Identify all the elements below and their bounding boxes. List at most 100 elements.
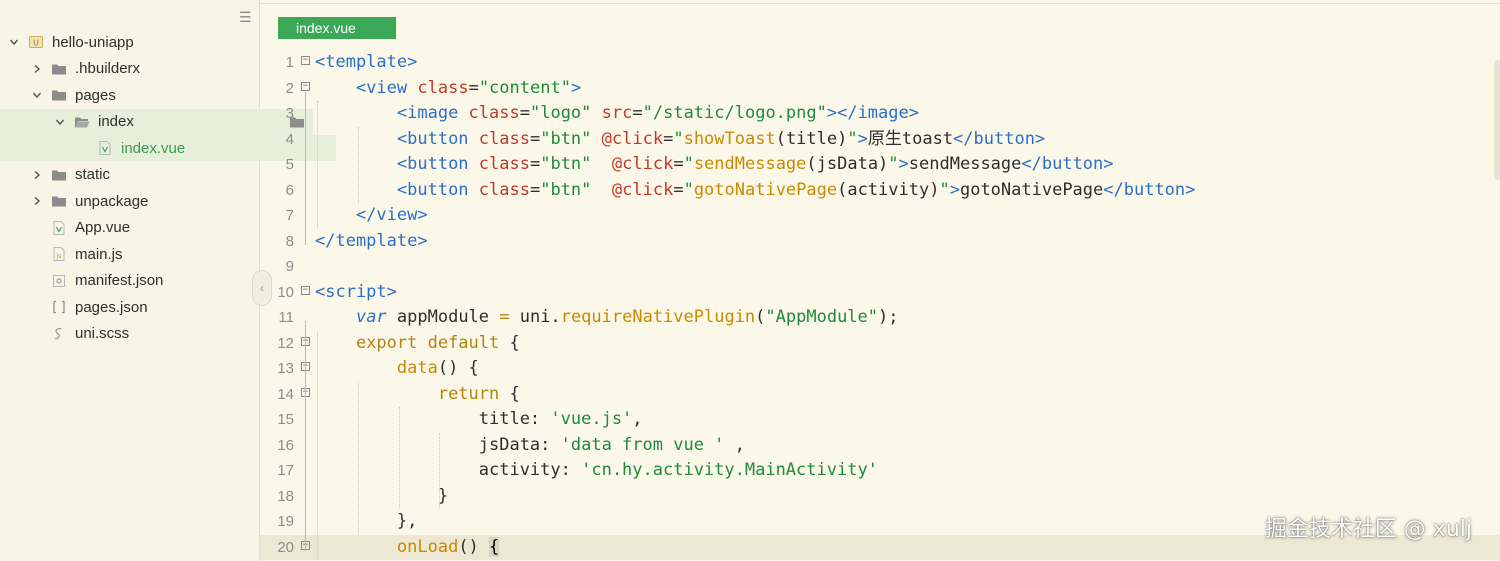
top-divider bbox=[260, 0, 1500, 4]
code-line[interactable]: 1− <template> bbox=[260, 50, 1500, 76]
code-token: , bbox=[724, 434, 745, 455]
code-line[interactable]: 12− export default { bbox=[260, 331, 1500, 357]
sidebar-item-manifest-json[interactable]: manifest.json bbox=[0, 268, 290, 294]
editor-tab-index-vue[interactable]: index.vue bbox=[278, 17, 396, 39]
code-token: "AppModule" bbox=[765, 307, 879, 327]
code-token: > bbox=[949, 179, 960, 200]
code-line[interactable]: 17 activity: 'cn.hy.activity.MainActivit… bbox=[260, 458, 1500, 484]
line-number: 19 bbox=[277, 513, 294, 530]
sidebar-item-label: hello-uniapp bbox=[52, 33, 134, 51]
code-text: <image class="logo" src="/static/logo.pn… bbox=[315, 101, 919, 127]
code-line[interactable]: 5 <button class="btn" @click="sendMessag… bbox=[260, 152, 1500, 178]
line-number: 13 bbox=[277, 360, 294, 377]
chevron-right-icon[interactable] bbox=[31, 169, 43, 181]
code-line[interactable]: 9 bbox=[260, 254, 1500, 280]
code-token: class bbox=[417, 77, 469, 98]
sidebar-item-label: uni.scss bbox=[75, 325, 130, 342]
sidebar-item-pages[interactable]: pages bbox=[0, 82, 290, 108]
code-token: ); bbox=[878, 307, 899, 327]
line-number: 17 bbox=[277, 462, 294, 479]
chevron-down-icon[interactable] bbox=[8, 36, 20, 48]
line-number: 1 bbox=[285, 54, 294, 71]
code-line[interactable]: 8 </template> bbox=[260, 229, 1500, 255]
code-text: data() { bbox=[315, 356, 479, 382]
sidebar-item-pages-json[interactable]: pages.json bbox=[0, 294, 290, 320]
code-token: " bbox=[673, 128, 684, 149]
code-line[interactable]: 2− <view class="content"> bbox=[260, 76, 1500, 102]
code-text: return { bbox=[315, 382, 520, 408]
code-token: { bbox=[489, 536, 500, 557]
code-token: = bbox=[519, 103, 530, 123]
sidebar-item-hbuilderx[interactable]: .hbuilderx bbox=[0, 56, 290, 82]
folder-icon bbox=[51, 87, 67, 103]
line-number: 2 bbox=[285, 79, 294, 97]
sidebar-item-static[interactable]: static bbox=[0, 162, 290, 188]
code-token: = bbox=[663, 128, 674, 149]
code-line[interactable]: 18 } bbox=[260, 484, 1500, 510]
fold-toggle-icon[interactable]: − bbox=[301, 81, 310, 91]
code-token: = bbox=[673, 179, 684, 200]
sidebar-item-hello-uniapp[interactable]: Uhello-uniapp bbox=[0, 29, 267, 55]
project-icon: U bbox=[28, 34, 44, 50]
code-token: </button> bbox=[1021, 154, 1114, 174]
code-token: " bbox=[847, 128, 858, 149]
code-editor[interactable]: 1− <template> 2− <view class="content"> 3 <… bbox=[260, 50, 1500, 561]
fold-range-bar bbox=[305, 91, 306, 245]
code-token: uni. bbox=[509, 307, 561, 327]
code-line[interactable]: 16 jsData: 'data from vue ' , bbox=[260, 433, 1500, 459]
sidebar-item-unpackage[interactable]: unpackage bbox=[0, 188, 290, 214]
code-text: onLoad() { bbox=[315, 535, 500, 561]
code-line[interactable]: 10− <script> bbox=[260, 280, 1500, 306]
code-token: = bbox=[632, 103, 643, 123]
line-number: 7 bbox=[285, 207, 294, 224]
sidebar-item-label: App.vue bbox=[75, 219, 131, 236]
fold-toggle-icon[interactable]: − bbox=[301, 285, 310, 295]
code-line[interactable]: 14− return { bbox=[260, 382, 1500, 408]
code-token: requireNativePlugin bbox=[560, 307, 756, 327]
code-line[interactable]: 6 <button class="btn" @click="gotoNative… bbox=[260, 178, 1500, 204]
code-token: = bbox=[468, 77, 479, 98]
code-token: </template> bbox=[315, 230, 428, 251]
line-number: 18 bbox=[277, 487, 294, 505]
sidebar-item-app-vue[interactable]: App.vue bbox=[0, 215, 290, 241]
menu-icon[interactable]: ☰ bbox=[239, 9, 252, 26]
line-number: 12 bbox=[277, 334, 294, 352]
code-text: }, bbox=[315, 509, 417, 535]
sidebar-item-uni-scss[interactable]: uni.scss bbox=[0, 321, 290, 347]
code-token: appModule bbox=[386, 307, 500, 327]
line-number: 20 bbox=[277, 538, 294, 556]
code-token: @click bbox=[601, 128, 664, 149]
code-line[interactable]: 15 title: 'vue.js', bbox=[260, 407, 1500, 433]
code-token: <view bbox=[355, 77, 418, 98]
sidebar-item-main-js[interactable]: js main.js bbox=[0, 241, 290, 267]
line-number: 14 bbox=[277, 385, 294, 403]
watermark: 掘金技术社区 @ xulj bbox=[1264, 517, 1472, 542]
code-token: "btn" bbox=[540, 128, 592, 149]
code-line[interactable]: 7 </view> bbox=[260, 203, 1500, 229]
code-token: ></image> bbox=[826, 103, 919, 123]
chevron-right-icon[interactable] bbox=[31, 63, 43, 75]
svg-text:U: U bbox=[33, 39, 39, 48]
chevron-right-icon[interactable] bbox=[31, 195, 43, 207]
fold-toggle-icon[interactable]: − bbox=[301, 56, 310, 65]
code-line[interactable]: 13− data() { bbox=[260, 356, 1500, 382]
code-line[interactable]: 3 <image class="logo" src="/static/logo.… bbox=[260, 101, 1500, 127]
chevron-down-icon[interactable] bbox=[54, 116, 66, 128]
chevron-down-icon[interactable] bbox=[31, 89, 43, 101]
code-token: 'data from vue ' bbox=[560, 434, 725, 455]
code-line[interactable]: 11 var appModule = uni.requireNativePlug… bbox=[260, 305, 1500, 331]
code-line[interactable]: 4 <button class="btn" @click="showToast(… bbox=[260, 127, 1500, 153]
code-token: }, bbox=[315, 511, 418, 531]
editor-scrollbar[interactable] bbox=[1494, 60, 1500, 180]
code-token: = bbox=[499, 307, 510, 327]
code-token: (title) bbox=[775, 128, 848, 149]
sidebar-item-label: main.js bbox=[75, 245, 123, 263]
